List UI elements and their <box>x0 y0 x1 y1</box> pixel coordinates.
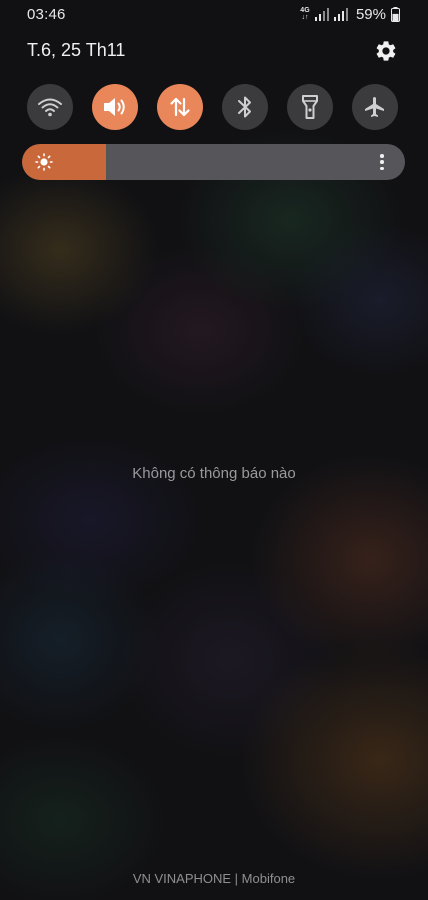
flashlight-icon <box>302 95 318 119</box>
data-arrows-icon: ↓↑ <box>301 14 309 21</box>
more-options-icon[interactable] <box>373 153 391 171</box>
battery-percent: 59% <box>355 5 386 23</box>
notification-shade: 03:46 4G ↓↑ 59% T.6, 25 Th11 Không có th… <box>0 0 428 900</box>
airplane-icon <box>365 97 384 117</box>
no-notifications-message: Không có thông báo nào <box>132 465 296 482</box>
bluetooth-icon <box>238 96 251 118</box>
status-time: 03:46 <box>27 6 66 23</box>
network-type-indicator: 4G ↓↑ <box>300 7 310 21</box>
quick-toggles-row <box>27 84 401 132</box>
sun-icon <box>35 153 53 171</box>
settings-gear-icon[interactable] <box>374 39 398 63</box>
mobile-data-toggle[interactable] <box>157 84 203 130</box>
wifi-toggle[interactable] <box>27 84 73 130</box>
status-bar: 03:46 4G ↓↑ 59% <box>0 0 428 30</box>
battery-icon <box>391 6 400 22</box>
network-type-label: 4G <box>300 7 310 14</box>
brightness-slider[interactable] <box>22 144 405 180</box>
status-indicators: 4G ↓↑ 59% <box>300 5 400 23</box>
wifi-icon <box>38 98 62 117</box>
signal-sim1-icon <box>314 7 329 21</box>
speaker-icon <box>104 98 125 116</box>
sound-toggle[interactable] <box>92 84 138 130</box>
bluetooth-toggle[interactable] <box>222 84 268 130</box>
data-transfer-icon <box>170 97 190 117</box>
airplane-mode-toggle[interactable] <box>352 84 398 130</box>
flashlight-toggle[interactable] <box>287 84 333 130</box>
signal-sim2-icon <box>333 7 348 21</box>
carrier-label: VN VINAPHONE | Mobifone <box>132 871 296 886</box>
date-label: T.6, 25 Th11 <box>27 40 126 60</box>
